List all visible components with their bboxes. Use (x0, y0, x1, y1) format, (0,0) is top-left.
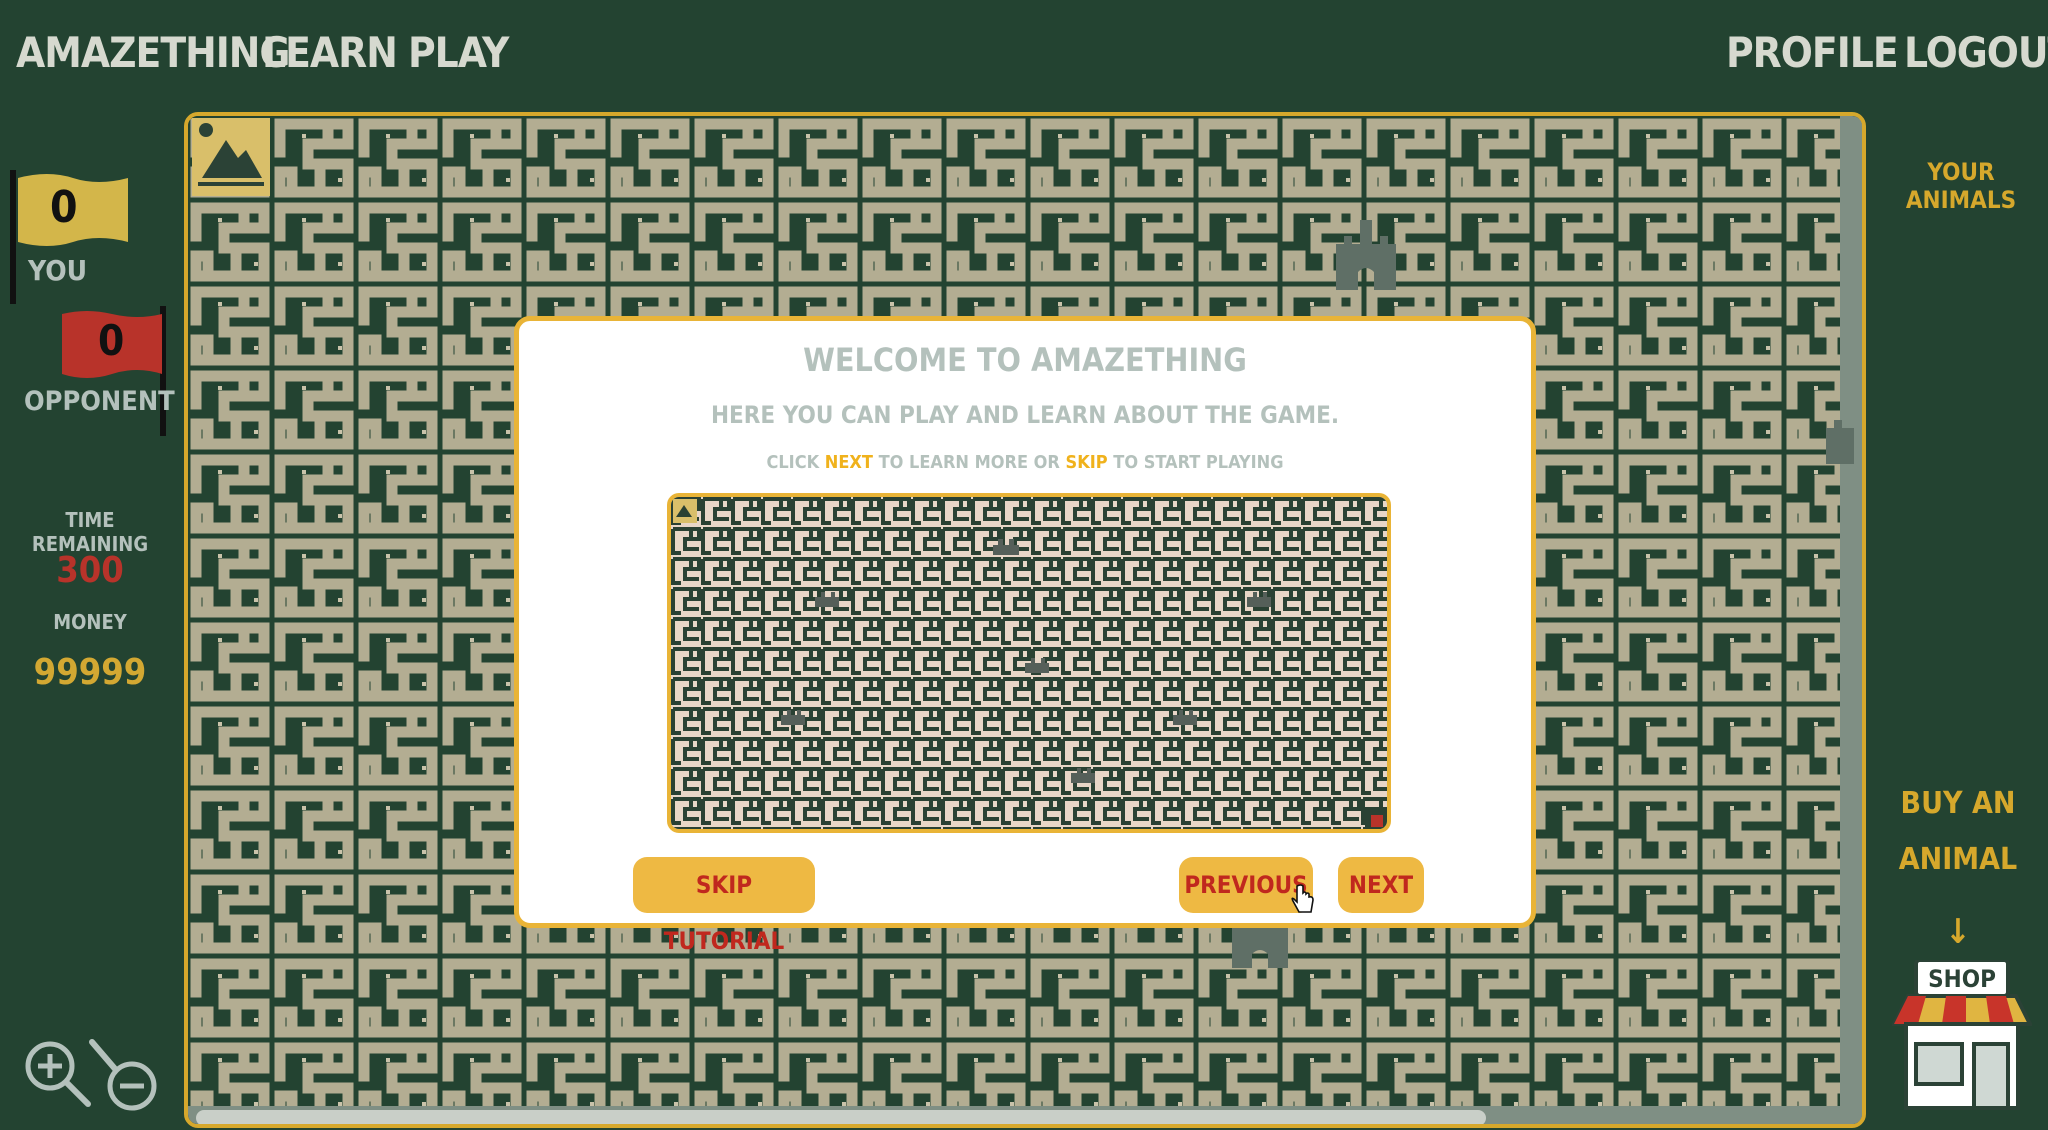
opponent-score: 0 (98, 316, 125, 365)
your-animals-label: YOUR ANIMALS (1905, 158, 2017, 214)
buy-animal-line2[interactable]: ANIMAL (1876, 842, 2040, 877)
you-label: YOU (28, 254, 88, 287)
castle-icon (1232, 924, 1288, 968)
next-button[interactable]: NEXT (1338, 857, 1424, 913)
nav-logout[interactable]: LOGOUT (1904, 28, 2048, 77)
hint-middle: TO LEARN MORE OR (878, 452, 1060, 473)
castle-icon (1336, 220, 1396, 290)
hint-end: TO START PLAYING (1113, 452, 1284, 473)
shop-button[interactable]: SHOP (1892, 960, 2032, 1110)
zoom-in-icon[interactable] (20, 1036, 96, 1112)
hint-skip-word: SKIP (1065, 452, 1108, 473)
money-value: 99999 (33, 652, 147, 693)
nav-profile[interactable]: PROFILE (1726, 28, 1899, 77)
pointer-cursor-icon (1291, 884, 1314, 913)
hint-next-word: NEXT (824, 452, 873, 473)
brand-link[interactable]: AMAZETHING (16, 28, 290, 77)
buy-animal-line1[interactable]: BUY AN (1876, 786, 2040, 821)
tutorial-modal: WELCOME TO AMAZETHING HERE YOU CAN PLAY … (514, 316, 1536, 955)
modal-title: WELCOME TO AMAZETHING (803, 341, 1247, 379)
nav-learn[interactable]: LEARN (262, 28, 398, 77)
mountain-start-icon (192, 118, 270, 196)
you-score: 0 (50, 182, 78, 233)
nav-play[interactable]: PLAY (408, 28, 509, 77)
down-arrow-icon: ↓ (1945, 912, 1971, 952)
you-flag: 0 YOU (10, 170, 128, 310)
time-remaining-value: 300 (56, 550, 124, 591)
opponent-label: OPPONENT (24, 386, 175, 417)
money-label: MONEY (53, 610, 127, 634)
time-remaining-label: TIME REMAINING (31, 508, 149, 556)
castle-icon (1826, 420, 1854, 464)
maze-preview-image (671, 497, 1387, 829)
flag-pole (10, 170, 16, 304)
modal-hint: CLICK NEXT TO LEARN MORE OR SKIP TO STAR… (519, 452, 1531, 473)
zoom-out-icon[interactable] (86, 1036, 162, 1116)
modal-subtitle: HERE YOU CAN PLAY AND LEARN ABOUT THE GA… (710, 401, 1340, 429)
opponent-flag: 0 OPPONENT (20, 304, 175, 444)
shop-sign-text: SHOP (1928, 965, 1996, 993)
maze-preview (667, 493, 1391, 833)
skip-tutorial-button[interactable]: SKIP TUTORIAL (633, 857, 815, 955)
hint-click: CLICK (766, 452, 820, 473)
